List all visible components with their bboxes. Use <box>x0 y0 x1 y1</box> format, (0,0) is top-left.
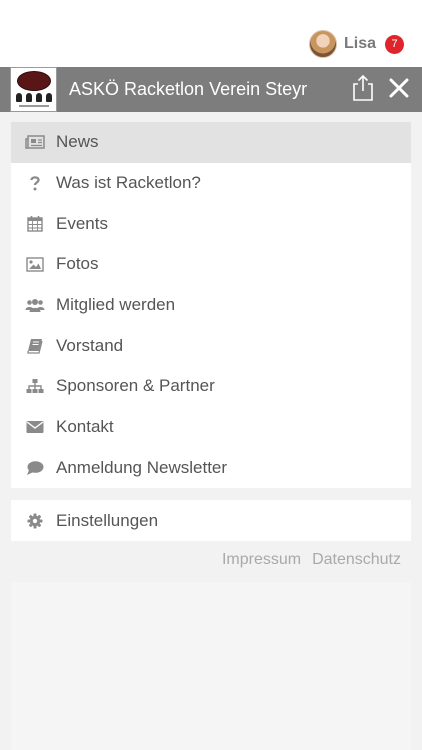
book-icon <box>11 325 56 366</box>
user-profile[interactable]: Lisa 7 <box>308 29 404 59</box>
menu-item-label: Sponsoren & Partner <box>56 376 215 396</box>
header-title: ASKÖ Racketlon Verein Steyr <box>69 79 308 99</box>
gear-icon <box>11 500 56 541</box>
share-icon <box>353 74 373 101</box>
menu-item-events[interactable]: Events <box>11 203 411 244</box>
sitemap-icon <box>11 366 56 407</box>
menu-item-anmeldung-newsletter[interactable]: Anmeldung Newsletter <box>11 448 411 489</box>
comment-icon <box>11 448 56 489</box>
menu-item-label: Was ist Racketlon? <box>56 173 201 193</box>
avatar[interactable] <box>308 30 337 58</box>
top-bar: Lisa 7 <box>0 0 422 67</box>
notification-badge[interactable]: 7 <box>385 34 404 54</box>
menu-item-label: Kontakt <box>56 417 114 437</box>
club-logo <box>10 67 57 112</box>
image-icon <box>11 244 56 285</box>
background-panel <box>11 582 411 750</box>
navigation-menu: News Was ist Racketlon? Events Fotos Mit… <box>11 122 411 489</box>
impressum-link[interactable]: Impressum <box>222 551 301 569</box>
menu-item-was-ist-racketlon[interactable]: Was ist Racketlon? <box>11 163 411 204</box>
menu-item-mitglied-werden[interactable]: Mitglied werden <box>11 285 411 326</box>
users-icon <box>11 285 56 326</box>
close-button[interactable] <box>387 76 411 100</box>
envelope-icon <box>11 407 56 448</box>
menu-item-label: Vorstand <box>56 335 124 355</box>
menu-item-label: Fotos <box>56 254 99 274</box>
user-name[interactable]: Lisa <box>344 35 376 53</box>
footer-links: Impressum Datenschutz <box>222 551 401 569</box>
menu-item-kontakt[interactable]: Kontakt <box>11 407 411 448</box>
menu-item-label: News <box>56 132 99 152</box>
menu-item-vorstand[interactable]: Vorstand <box>11 325 411 366</box>
calendar-icon <box>11 203 56 244</box>
question-icon <box>11 163 56 204</box>
menu-item-label: Einstellungen <box>56 510 159 530</box>
menu-item-label: Mitglied werden <box>56 295 176 315</box>
drawer-header: ASKÖ Racketlon Verein Steyr <box>0 67 422 112</box>
menu-item-einstellungen[interactable]: Einstellungen <box>11 500 411 541</box>
menu-item-sponsoren-partner[interactable]: Sponsoren & Partner <box>11 366 411 407</box>
menu-item-label: Anmeldung Newsletter <box>56 457 228 477</box>
close-icon <box>389 78 409 98</box>
share-button[interactable] <box>350 73 376 103</box>
newspaper-icon <box>11 122 56 163</box>
datenschutz-link[interactable]: Datenschutz <box>312 551 401 569</box>
menu-item-label: Events <box>56 213 108 233</box>
menu-item-news[interactable]: News <box>11 122 411 163</box>
menu-item-fotos[interactable]: Fotos <box>11 244 411 285</box>
